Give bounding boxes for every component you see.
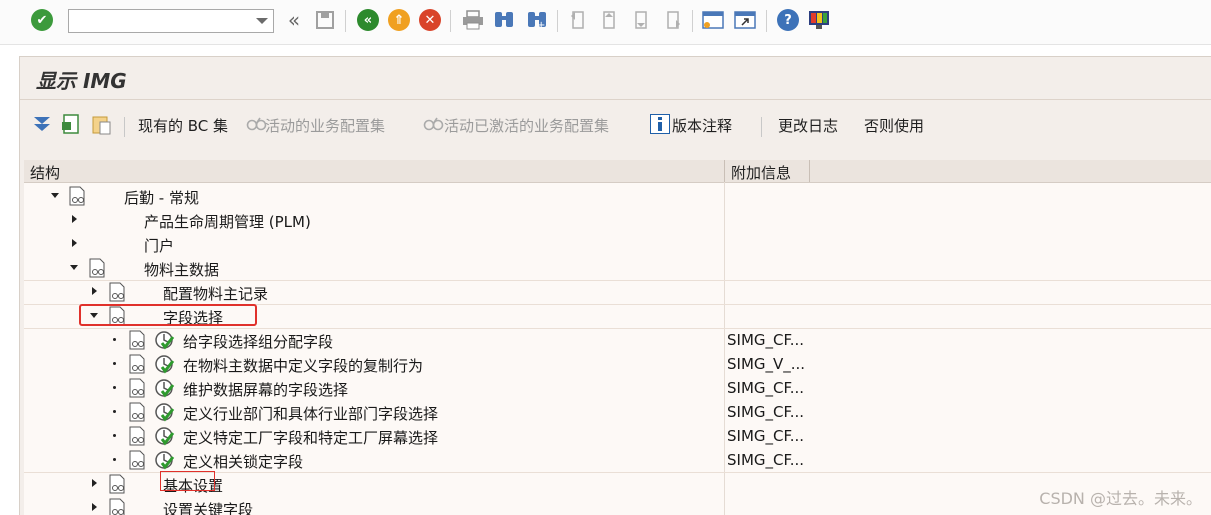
tree-node-label: 设置关键字段 bbox=[163, 501, 254, 515]
page-title: 显示 IMG bbox=[36, 69, 127, 93]
next-page-icon[interactable] bbox=[629, 8, 653, 32]
tree-node-label: 后勤 - 常规 bbox=[124, 189, 199, 207]
save-icon[interactable] bbox=[313, 8, 337, 32]
previous-page-icon[interactable] bbox=[597, 8, 621, 32]
change-log-button[interactable]: 更改日志 bbox=[778, 115, 838, 136]
tree-node-plm[interactable]: 产品生命周期管理 (PLM) bbox=[24, 208, 1211, 232]
customize-layout-icon[interactable] bbox=[807, 8, 831, 32]
document-glasses-icon[interactable] bbox=[128, 426, 148, 446]
execute-clock-icon[interactable] bbox=[154, 450, 176, 470]
collapsed-icon[interactable] bbox=[72, 239, 77, 247]
document-glasses-icon[interactable] bbox=[128, 330, 148, 350]
enter-icon[interactable]: ✔ bbox=[30, 8, 54, 32]
document-glasses-icon[interactable] bbox=[128, 354, 148, 374]
otherwise-use-button[interactable]: 否则使用 bbox=[864, 115, 924, 136]
execute-clock-icon[interactable] bbox=[154, 426, 176, 446]
tree-activity-row[interactable]: 给字段选择组分配字段 SIMG_CF... bbox=[24, 328, 1211, 352]
tree-header: 结构 附加信息 bbox=[24, 160, 1211, 183]
document-glasses-icon bbox=[69, 186, 85, 206]
tree-activity-row[interactable]: 维护数据屏幕的字段选择 SIMG_CF... bbox=[24, 376, 1211, 400]
tree-node-label: 物料主数据 bbox=[144, 261, 220, 279]
tree-node-portal[interactable]: 门户 bbox=[24, 232, 1211, 256]
tree-node-label: 定义特定工厂字段和特定工厂屏幕选择 bbox=[183, 429, 439, 447]
highlight-box bbox=[79, 304, 257, 326]
last-page-icon[interactable] bbox=[661, 8, 685, 32]
chevron-down-icon[interactable] bbox=[256, 18, 268, 24]
execute-clock-icon[interactable] bbox=[154, 378, 176, 398]
help-icon[interactable]: ? bbox=[776, 8, 800, 32]
additional-info-cell: SIMG_CF... bbox=[727, 331, 805, 349]
first-page-icon[interactable] bbox=[566, 8, 590, 32]
find-next-icon[interactable]: + bbox=[525, 8, 549, 32]
tree-node-label: 门户 bbox=[144, 237, 175, 255]
tree-node-configure-material-master[interactable]: 配置物料主记录 bbox=[24, 280, 1211, 305]
document-glasses-icon bbox=[89, 258, 105, 278]
release-notes-button[interactable]: 版本注释 bbox=[672, 115, 732, 136]
info-icon[interactable] bbox=[650, 114, 670, 134]
document-glasses-icon bbox=[109, 282, 125, 302]
document-glasses-icon[interactable] bbox=[128, 378, 148, 398]
tree-node-label: 产品生命周期管理 (PLM) bbox=[144, 213, 311, 231]
clipboard-icon[interactable] bbox=[91, 114, 111, 135]
collapsed-icon[interactable] bbox=[72, 215, 77, 223]
column-header-structure[interactable]: 结构 bbox=[30, 162, 60, 183]
active-bc-sets-button[interactable]: 活动的业务配置集 bbox=[265, 115, 385, 136]
command-field[interactable] bbox=[68, 9, 274, 33]
tree-node-key-fields[interactable]: 设置关键字段 bbox=[24, 496, 1211, 515]
additional-info-cell: SIMG_V_... bbox=[727, 355, 806, 373]
cancel-icon[interactable]: ✕ bbox=[418, 8, 442, 32]
main-panel: 显示 IMG 现有的 BC 集 活动的业务配置集 活动已激活的业务配置集 版本注… bbox=[19, 56, 1211, 515]
collapsed-icon[interactable] bbox=[92, 479, 97, 487]
shortcut-icon[interactable] bbox=[733, 8, 757, 32]
expanded-icon[interactable] bbox=[70, 265, 78, 270]
exit-icon[interactable]: ⇑ bbox=[387, 8, 411, 32]
expanded-icon[interactable] bbox=[51, 193, 59, 198]
document-glasses-icon bbox=[109, 498, 125, 515]
execute-clock-icon[interactable] bbox=[154, 402, 176, 422]
svg-text:+: + bbox=[537, 20, 545, 30]
document-glasses-icon[interactable] bbox=[128, 450, 148, 470]
tree-activity-row[interactable]: 在物料主数据中定义字段的复制行为 SIMG_V_... bbox=[24, 352, 1211, 376]
collapsed-icon[interactable] bbox=[92, 503, 97, 511]
expand-all-icon[interactable] bbox=[32, 114, 52, 134]
tree-activity-row[interactable]: 定义行业部门和具体行业部门字段选择 SIMG_CF... bbox=[24, 400, 1211, 424]
execute-clock-icon[interactable] bbox=[154, 354, 176, 374]
additional-info-cell: SIMG_CF... bbox=[727, 427, 805, 445]
additional-info-cell: SIMG_CF... bbox=[727, 403, 805, 421]
print-icon[interactable] bbox=[461, 8, 485, 32]
tree-node-label: 定义行业部门和具体行业部门字段选择 bbox=[183, 405, 439, 423]
document-glasses-icon[interactable] bbox=[128, 402, 148, 422]
command-input[interactable] bbox=[72, 11, 252, 31]
additional-info-cell: SIMG_CF... bbox=[727, 451, 805, 469]
bc-set-activated-icon[interactable] bbox=[423, 115, 444, 135]
back-icon[interactable]: « bbox=[356, 8, 380, 32]
tree-node-label: 给字段选择组分配字段 bbox=[183, 333, 334, 351]
find-icon[interactable] bbox=[492, 8, 516, 32]
where-used-icon[interactable] bbox=[61, 114, 81, 134]
tree-node-material-master[interactable]: 物料主数据 bbox=[24, 256, 1211, 281]
collapse-icon[interactable]: « bbox=[282, 8, 306, 32]
tree-activity-row[interactable]: 定义特定工厂字段和特定工厂屏幕选择 SIMG_CF... bbox=[24, 424, 1211, 448]
application-toolbar: 现有的 BC 集 活动的业务配置集 活动已激活的业务配置集 版本注释 更改日志 … bbox=[20, 105, 1211, 145]
additional-info-cell: SIMG_CF... bbox=[727, 379, 805, 397]
bc-set-icon[interactable] bbox=[246, 115, 267, 135]
document-glasses-icon bbox=[109, 474, 125, 494]
tree-node-label: 配置物料主记录 bbox=[163, 285, 269, 303]
execute-clock-icon[interactable] bbox=[154, 330, 176, 350]
collapsed-icon[interactable] bbox=[92, 287, 97, 295]
tree-node-label: 维护数据屏幕的字段选择 bbox=[183, 381, 349, 399]
system-toolbar: ✔ « « ⇑ ✕ + ? bbox=[0, 0, 1211, 45]
watermark: CSDN @过去。未来。 bbox=[1039, 489, 1202, 508]
column-header-additional-info[interactable]: 附加信息 bbox=[731, 162, 791, 183]
tree-activity-row[interactable]: 定义相关锁定字段 SIMG_CF... bbox=[24, 448, 1211, 473]
tree-node-label: 在物料主数据中定义字段的复制行为 bbox=[183, 357, 424, 375]
img-structure-tree: 结构 附加信息 后勤 - 常规 产品生命周期管理 (PLM) 门户 物料主数据 bbox=[24, 160, 1211, 515]
highlight-box-small bbox=[160, 471, 215, 491]
activated-bc-sets-button[interactable]: 活动已激活的业务配置集 bbox=[444, 115, 609, 136]
existing-bc-sets-button[interactable]: 现有的 BC 集 bbox=[138, 115, 228, 136]
tree-node-logistics-general[interactable]: 后勤 - 常规 bbox=[24, 184, 1211, 208]
new-session-icon[interactable] bbox=[701, 8, 725, 32]
tree-node-label: 定义相关锁定字段 bbox=[183, 453, 304, 471]
